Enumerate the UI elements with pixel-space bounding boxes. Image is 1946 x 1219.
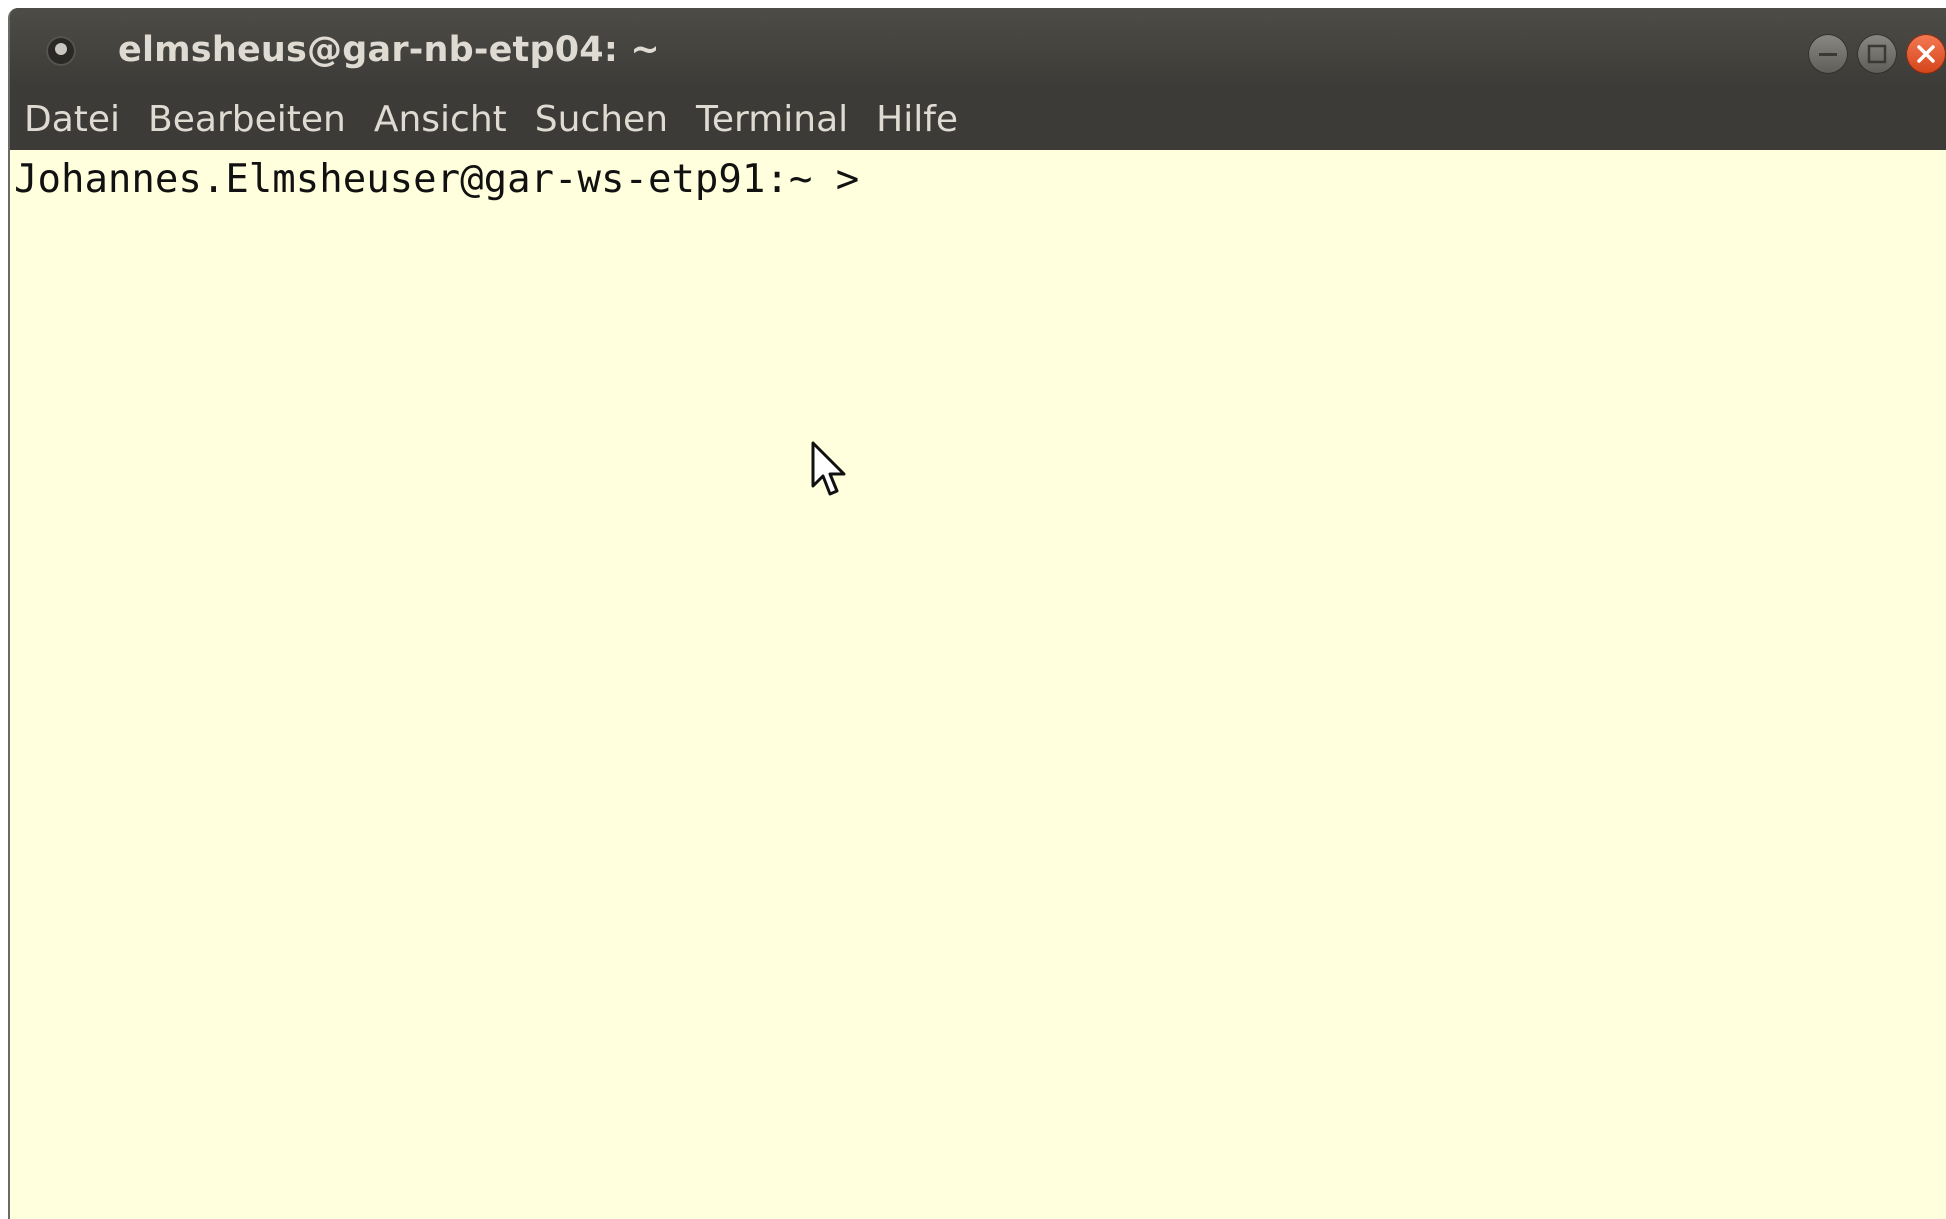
maximize-button[interactable] xyxy=(1857,34,1897,74)
menu-bar: Datei Bearbeiten Ansicht Suchen Terminal… xyxy=(10,88,1946,150)
terminal-window: elmsheus@gar-nb-etp04: ~ Datei Bearbeite… xyxy=(8,8,1946,1219)
maximize-icon xyxy=(1867,44,1887,64)
close-button[interactable] xyxy=(1906,34,1946,74)
terminal-area[interactable]: Johannes.Elmsheuser@gar-ws-etp91:~ > xyxy=(10,150,1946,1219)
minimize-icon xyxy=(1819,53,1837,56)
window-title: elmsheus@gar-nb-etp04: ~ xyxy=(118,30,660,70)
terminal-app-icon xyxy=(46,36,76,66)
minimize-button[interactable] xyxy=(1808,34,1848,74)
menu-terminal[interactable]: Terminal xyxy=(696,99,848,140)
shell-prompt: Johannes.Elmsheuser@gar-ws-etp91:~ > xyxy=(14,157,860,202)
menu-hilfe[interactable]: Hilfe xyxy=(876,99,958,140)
mouse-pointer-icon xyxy=(811,441,846,496)
menu-suchen[interactable]: Suchen xyxy=(535,99,668,140)
title-bar[interactable]: elmsheus@gar-nb-etp04: ~ xyxy=(10,8,1946,88)
menu-bearbeiten[interactable]: Bearbeiten xyxy=(148,99,346,140)
close-icon xyxy=(1917,45,1935,63)
window-controls xyxy=(1808,34,1946,74)
menu-datei[interactable]: Datei xyxy=(24,99,120,140)
menu-ansicht[interactable]: Ansicht xyxy=(374,99,507,140)
